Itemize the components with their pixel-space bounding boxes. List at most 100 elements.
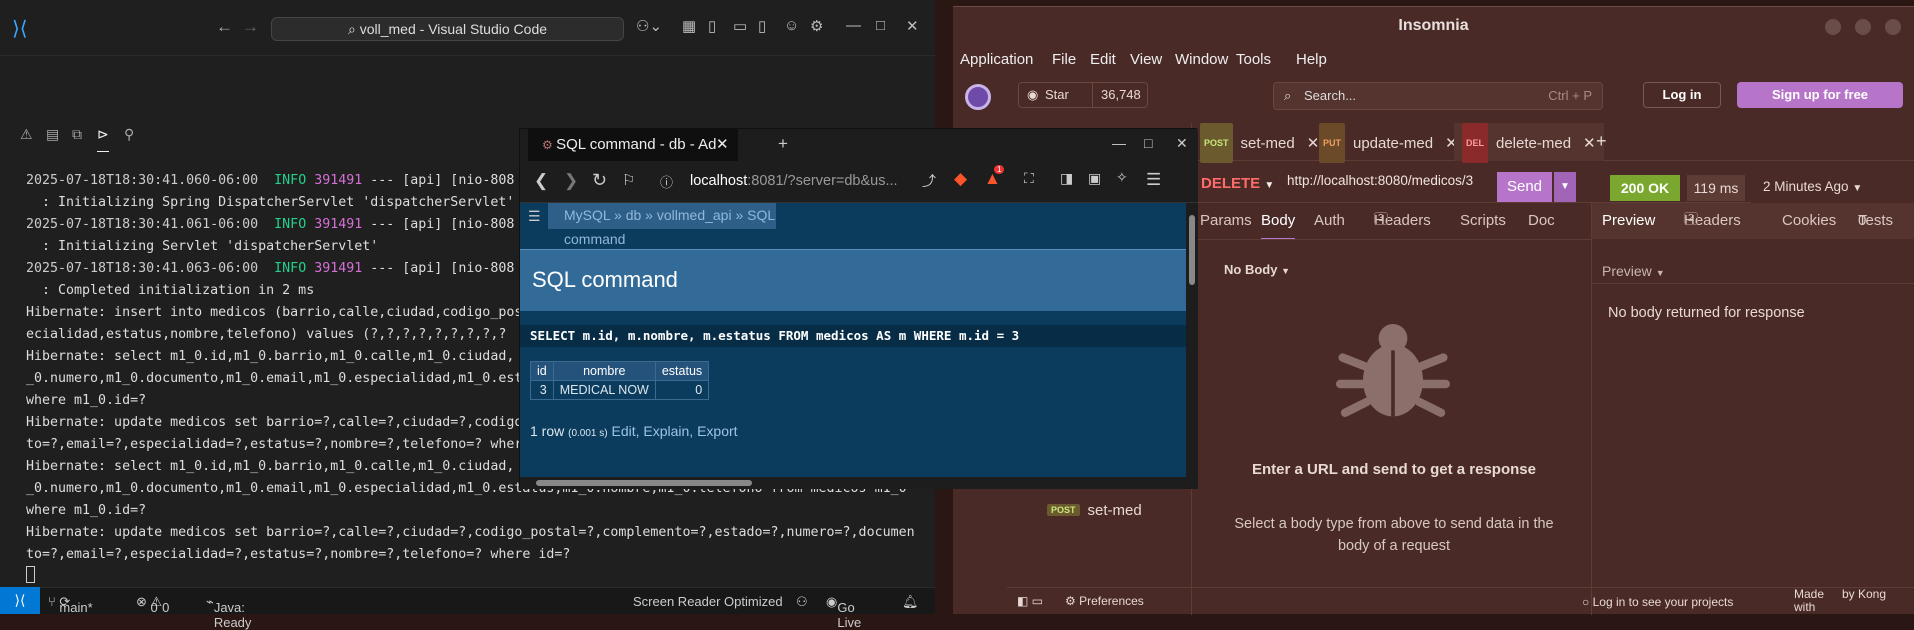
scroll-thumb[interactable] — [536, 480, 752, 486]
terminal-icon[interactable]: ⊳ — [97, 126, 109, 152]
tab-preview[interactable]: Preview — [1602, 212, 1655, 229]
command-center[interactable]: ⌕ voll_med - Visual Studio Code — [271, 17, 624, 41]
back-arrow-icon[interactable]: ← — [216, 17, 233, 37]
screenshot-icon[interactable]: ⛶ — [1024, 170, 1034, 187]
tab-docs[interactable]: Doc — [1528, 212, 1555, 229]
branch-status[interactable]: ⑂ main* ⟳ — [48, 594, 93, 615]
screen-reader-status[interactable]: Screen Reader Optimized — [633, 594, 783, 609]
wallet-icon[interactable]: ▣ — [1088, 170, 1101, 187]
browser-tab[interactable]: ⚙ SQL command - db - Ad ✕ — [528, 129, 738, 161]
github-star-button[interactable]: ◉ Star 36,748 — [1018, 82, 1148, 108]
insomnia-logo-icon[interactable] — [965, 84, 991, 110]
column-header[interactable]: estatus — [654, 361, 710, 381]
chevron-down-icon: ▼ — [1852, 183, 1863, 194]
toggle-panel-icon[interactable]: ▭ — [733, 17, 747, 35]
java-status[interactable]: ⌁ Java: Ready — [206, 594, 251, 630]
send-options-icon[interactable]: ▼ — [1554, 172, 1576, 202]
column-header[interactable]: id — [530, 361, 554, 381]
layout-icon[interactable]: ▦ — [682, 17, 696, 35]
remote-indicator-icon[interactable]: ⟩⟨ — [0, 587, 40, 614]
account-icon[interactable]: ☺ — [784, 17, 799, 34]
new-tab-icon[interactable]: + — [778, 134, 788, 154]
preview-mode-select[interactable]: Preview ▼ — [1602, 263, 1665, 279]
maximize-icon[interactable]: □ — [1144, 135, 1152, 151]
tab-set-med[interactable]: POST set-med ✕ — [1200, 123, 1320, 163]
maximize-button[interactable] — [1855, 19, 1871, 35]
tab-delete-med[interactable]: DEL delete-med ✕ — [1454, 123, 1604, 163]
preferences-button[interactable]: ⚙ Preferences — [1065, 594, 1144, 608]
tab-scripts[interactable]: Scripts — [1460, 212, 1506, 229]
ports-icon[interactable]: ⚲ — [124, 126, 134, 143]
search-input[interactable]: ⌕ Search... Ctrl + P — [1273, 82, 1603, 110]
toggle-secondary-icon[interactable]: ▯ — [758, 17, 766, 35]
gear-icon[interactable]: ⚙ — [810, 17, 823, 35]
menu-help[interactable]: Help — [1296, 51, 1327, 68]
menu-icon[interactable]: ☰ — [1146, 170, 1161, 190]
tab-params[interactable]: Params — [1200, 212, 1252, 229]
row-actions-links[interactable]: Edit, Explain, Export — [611, 423, 737, 439]
signup-button[interactable]: Sign up for free — [1737, 82, 1903, 108]
close-tab-icon[interactable]: ✕ — [716, 129, 729, 161]
sidebar-request-item[interactable]: POST set-med — [1047, 502, 1142, 519]
minimize-icon[interactable]: — — [846, 17, 861, 34]
site-info-icon[interactable]: ⓘ — [660, 172, 673, 191]
send-button[interactable]: Send — [1497, 172, 1552, 202]
tab-cookies[interactable]: Cookies — [1782, 212, 1836, 229]
forward-icon[interactable]: ❯ — [564, 171, 578, 191]
tab-auth[interactable]: Auth — [1314, 212, 1345, 229]
copilot-icon[interactable]: ⚇⌄ — [636, 17, 662, 35]
sidebar-icon[interactable]: ◨ — [1060, 170, 1073, 187]
adminer-favicon-icon: ⚙ — [542, 138, 557, 152]
share-icon[interactable]: ⤴ — [922, 171, 936, 191]
tab-body[interactable]: Body — [1261, 212, 1296, 240]
bell-icon[interactable]: 🔔︎ — [902, 594, 919, 610]
window-title: voll_med - Visual Studio Code — [359, 21, 548, 37]
history-dropdown[interactable]: 2 Minutes Ago ▼ — [1763, 179, 1862, 194]
leo-ai-icon[interactable]: ✧ — [1116, 169, 1128, 186]
menu-edit[interactable]: Edit — [1090, 51, 1116, 68]
debug-console-icon[interactable]: ⧉ — [72, 126, 82, 143]
output-icon[interactable]: ▤ — [46, 126, 59, 143]
brave-shields-icon[interactable]: ◆ — [954, 169, 967, 189]
back-icon[interactable]: ❮ — [534, 171, 548, 191]
vertical-scrollbar[interactable] — [1186, 203, 1198, 489]
method-select[interactable]: DELETE ▼ — [1201, 175, 1274, 192]
maximize-icon[interactable]: □ — [876, 17, 885, 34]
horizontal-scrollbar[interactable] — [520, 477, 1186, 489]
menu-tools[interactable]: Tools — [1236, 51, 1271, 68]
login-button[interactable]: Log in — [1643, 82, 1721, 108]
copilot-status-icon[interactable]: ⚇ — [796, 594, 808, 610]
layout-toggle-icon[interactable]: ◧ ▭ — [1017, 594, 1043, 608]
minimize-button[interactable] — [1825, 19, 1841, 35]
reload-icon[interactable]: ↻ — [592, 170, 607, 191]
column-header[interactable]: nombre — [552, 361, 656, 381]
menu-window[interactable]: Window — [1175, 51, 1228, 68]
menu-file[interactable]: File — [1052, 51, 1076, 68]
minimize-icon[interactable]: — — [1112, 135, 1126, 151]
close-icon[interactable]: ✕ — [1307, 135, 1320, 152]
tests-count: 0 — [1858, 212, 1867, 229]
body-type-select[interactable]: No Body ▼ — [1224, 262, 1290, 277]
url-field[interactable]: localhost:8081/?server=db&us... — [690, 173, 898, 189]
toggle-sidebar-icon[interactable]: ▯ — [708, 17, 716, 35]
bookmark-icon[interactable]: ⚐ — [622, 171, 635, 189]
log-timestamp: 2025-07-18T18:30:41.060-06:00 — [26, 173, 275, 188]
menu-view[interactable]: View — [1130, 51, 1162, 68]
forward-arrow-icon[interactable]: → — [242, 17, 259, 37]
hamburger-icon[interactable]: ☰ — [528, 208, 541, 225]
url-input[interactable]: http://localhost:8080/medicos/3 — [1287, 173, 1473, 188]
close-button[interactable] — [1885, 19, 1901, 35]
go-live-status[interactable]: ◉ Go Live — [826, 594, 861, 630]
add-tab-icon[interactable]: + — [1596, 131, 1607, 152]
close-icon[interactable]: ✕ — [1176, 135, 1188, 152]
sql-query[interactable]: SELECT m.id, m.nombre, m.estatus FROM me… — [520, 325, 1186, 347]
problems-status[interactable]: ⊗ 0 ⚠ 0 — [136, 594, 169, 615]
close-icon[interactable]: ✕ — [1583, 135, 1596, 152]
problems-icon[interactable]: ⚠ — [20, 126, 33, 143]
breadcrumb[interactable]: MySQL » db » vollmed_api » SQL command — [548, 203, 776, 247]
menu-application[interactable]: Application — [960, 51, 1033, 68]
scroll-thumb[interactable] — [1189, 215, 1195, 285]
close-icon[interactable]: ✕ — [906, 17, 919, 35]
tab-update-med[interactable]: PUT update-med ✕ — [1319, 123, 1458, 163]
row-count: 1 row — [530, 423, 565, 439]
